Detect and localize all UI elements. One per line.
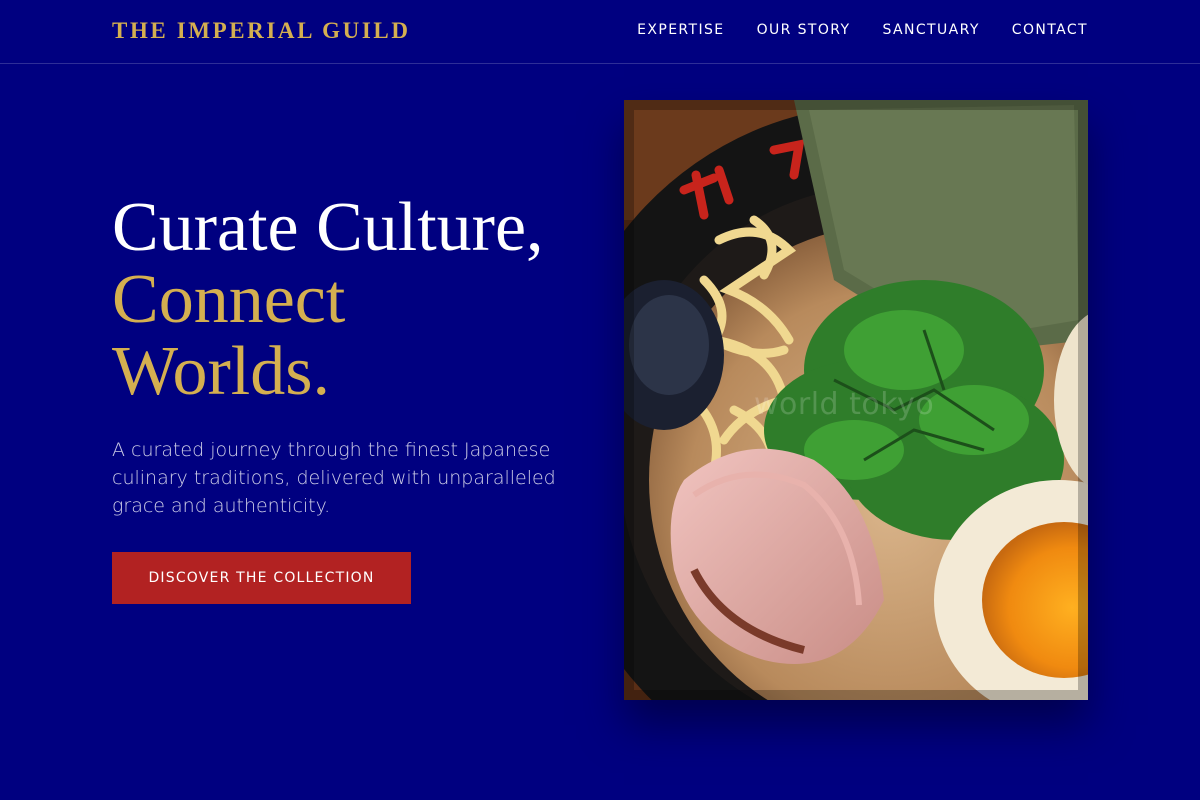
main-nav: EXPERTISE OUR STORY SANCTUARY CONTACT: [637, 22, 1088, 38]
nav-expertise[interactable]: EXPERTISE: [637, 22, 724, 38]
nav-our-story[interactable]: OUR STORY: [757, 22, 851, 38]
hero-title: Curate Culture, Connect Worlds.: [112, 192, 544, 408]
ramen-hero-image: world tokyo: [624, 100, 1088, 700]
hero-title-line-3: Worlds.: [112, 333, 330, 410]
hero-title-line-2: Connect: [112, 261, 346, 338]
hero-title-line-1: Curate Culture,: [112, 189, 544, 266]
image-watermark: world tokyo: [754, 387, 935, 422]
brand-logo[interactable]: THE IMPERIAL GUILD: [112, 18, 411, 44]
discover-collection-button[interactable]: DISCOVER THE COLLECTION: [112, 552, 411, 604]
nav-sanctuary[interactable]: SANCTUARY: [882, 22, 979, 38]
site-header: THE IMPERIAL GUILD EXPERTISE OUR STORY S…: [0, 0, 1200, 64]
nav-contact[interactable]: CONTACT: [1012, 22, 1088, 38]
hero-description: A curated journey through the finest Jap…: [112, 439, 556, 517]
